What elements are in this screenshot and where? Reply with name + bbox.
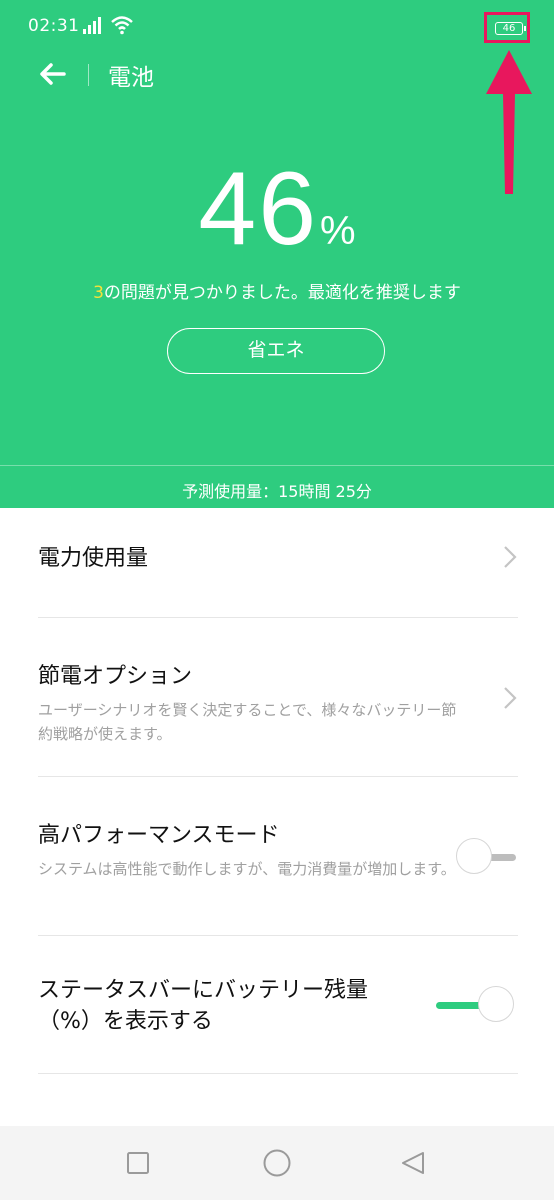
back-arrow-icon[interactable]	[36, 58, 68, 90]
high-performance-title: 高パフォーマンスモード	[38, 823, 280, 848]
divider	[38, 617, 518, 618]
status-time: 02:31	[28, 16, 80, 36]
status-bar: 02:31 46	[0, 0, 554, 56]
circle-nav-icon[interactable]	[262, 1148, 292, 1178]
app-header: 電池	[0, 56, 554, 100]
header-separator	[88, 64, 89, 86]
toggle-knob	[456, 838, 492, 874]
battery-percent-value: 46	[198, 151, 319, 267]
statusbar-percent-title: ステータスバーにバッテリー残量（%）を表示する	[38, 978, 369, 1034]
triangle-nav-icon[interactable]	[400, 1150, 426, 1176]
battery-icon: 46	[495, 22, 526, 35]
statusbar-percent-toggle[interactable]	[436, 985, 518, 1025]
problem-count: 3	[93, 283, 104, 303]
high-performance-toggle[interactable]	[456, 837, 518, 877]
high-performance-desc: システムは高性能で動作しますが、電力消費量が増加します。	[38, 860, 456, 878]
power-usage-title: 電力使用量	[38, 546, 149, 571]
high-performance-row: 高パフォーマンスモード システムは高性能で動作しますが、電力消費量が増加します。	[38, 817, 518, 881]
problems-message: 3の問題が見つかりました。最適化を推奨します	[0, 278, 554, 303]
divider	[38, 935, 518, 936]
battery-percent-sign: %	[320, 209, 356, 253]
problem-text: の問題が見つかりました。最適化を推奨します	[103, 283, 461, 303]
wifi-icon	[111, 16, 133, 35]
power-saving-options-row[interactable]: 節電オプション ユーザーシナリオを賢く決定することで、様々なバッテリー節約戦略が…	[38, 658, 518, 746]
battery-hero: 02:31 46 電池 46% 3の問題が見つかりました。最適化を推奨します 省…	[0, 0, 554, 508]
power-usage-row[interactable]: 電力使用量	[38, 540, 518, 572]
divider	[38, 1073, 518, 1074]
signal-icon	[83, 17, 101, 34]
navigation-bar	[0, 1126, 554, 1200]
divider	[38, 776, 518, 777]
battery-percentage: 46%	[0, 150, 554, 269]
statusbar-percent-row: ステータスバーにバッテリー残量（%）を表示する	[38, 975, 518, 1037]
square-nav-icon[interactable]	[125, 1150, 151, 1176]
page-title: 電池	[108, 65, 154, 91]
chevron-right-icon	[504, 546, 517, 568]
chevron-right-icon	[504, 687, 517, 709]
power-saving-options-desc: ユーザーシナリオを賢く決定することで、様々なバッテリー節約戦略が使えます。	[38, 701, 457, 743]
estimated-usage: 予測使用量：15時間 25分	[182, 482, 372, 501]
toggle-knob	[478, 986, 514, 1022]
battery-highlight-box: 46	[484, 12, 530, 43]
power-saving-options-title: 節電オプション	[38, 664, 193, 689]
power-saving-button[interactable]: 省エネ	[167, 328, 385, 374]
estimate-divider	[0, 465, 554, 466]
toggle-track	[436, 1002, 482, 1009]
